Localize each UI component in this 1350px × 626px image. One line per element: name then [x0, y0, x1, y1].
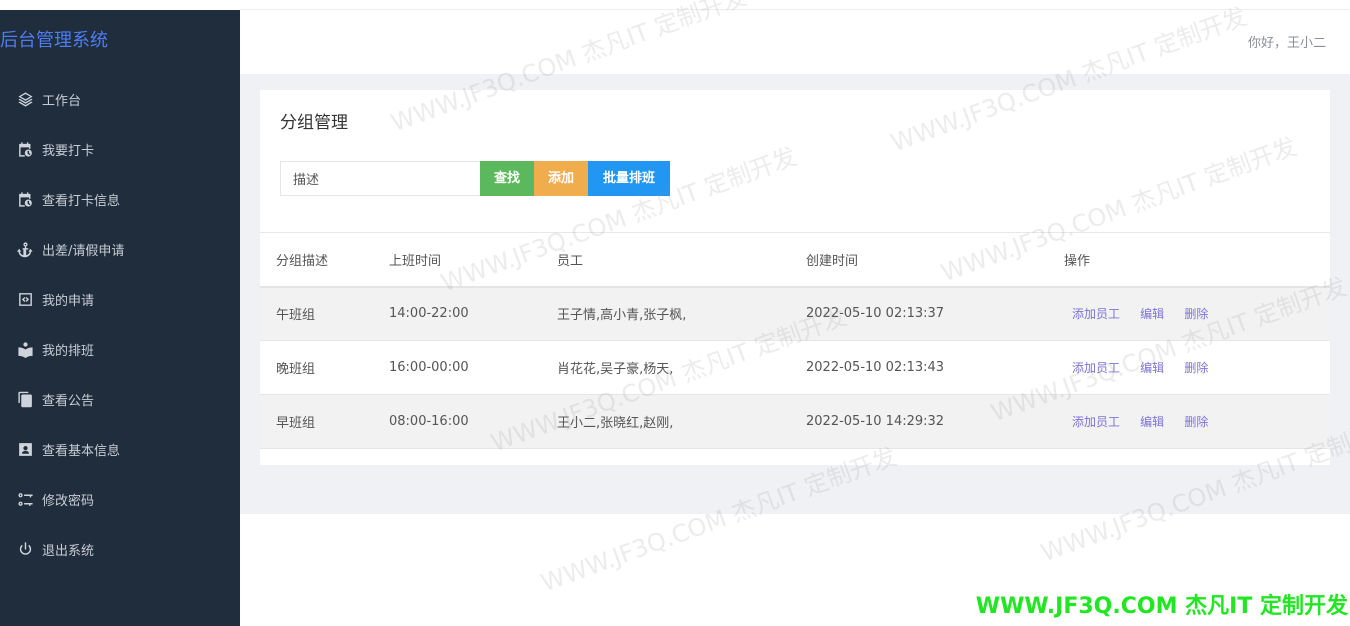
cell-actions: 添加员工 编辑 删除 [1064, 287, 1330, 341]
sidebar-item-my-schedule[interactable]: 我的排班 [0, 324, 240, 374]
header: 你好，王小二 [240, 10, 1350, 74]
cell-created: 2022-05-10 02:13:37 [806, 306, 945, 322]
sidebar: 后台管理系统 工作台 我要打卡 查看打卡信息 出差/请假申请 我的申请 我的排班… [0, 10, 240, 626]
column-header-created: 创建时间 [806, 253, 859, 269]
group-table: 分组描述 上班时间 员工 创建时间 操作 午班组 14:00-22:00 王子情… [260, 232, 1330, 449]
sidebar-item-dashboard[interactable]: 工作台 [0, 74, 240, 124]
table-row: 早班组 08:00-16:00 王小二,张晓红,赵刚, 2022-05-10 1… [260, 394, 1330, 449]
add-staff-link[interactable]: 添加员工 [1072, 413, 1120, 430]
table-row: 晚班组 16:00-00:00 肖花花,吴子豪,杨天, 2022-05-10 0… [260, 341, 1330, 395]
sidebar-item-label: 工作台 [42, 93, 82, 109]
sidebar-item-label: 查看公告 [42, 393, 95, 409]
code-box-icon [16, 290, 34, 308]
watermark-banner: WWW.JF3Q.COM 杰凡IT 定制开发 [975, 594, 1348, 619]
delete-link[interactable]: 删除 [1184, 305, 1208, 322]
delete-link[interactable]: 删除 [1184, 359, 1208, 376]
toolbar: 查找 添加 批量排班 [280, 161, 670, 196]
cell-work-time: 14:00-22:00 [389, 306, 469, 322]
table-row: 午班组 14:00-22:00 王子情,高小青,张子枫, 2022-05-10 … [260, 286, 1330, 341]
cell-created: 2022-05-10 14:29:32 [806, 414, 945, 429]
cell-staff: 肖花花,吴子豪,杨天, [557, 362, 674, 377]
sidebar-item-announcements[interactable]: 查看公告 [0, 374, 240, 424]
cell-work-time: 08:00-16:00 [389, 414, 469, 429]
group-management-card: 分组管理 查找 添加 批量排班 分组描述 上班时间 员工 创建时间 操作 午班组 [260, 90, 1330, 465]
book-user-icon [16, 340, 34, 358]
cell-created: 2022-05-10 02:13:43 [806, 360, 945, 375]
sidebar-item-label: 我的排班 [42, 343, 95, 359]
find-button[interactable]: 查找 [480, 161, 534, 196]
search-input[interactable] [280, 161, 480, 196]
add-staff-link[interactable]: 添加员工 [1072, 359, 1120, 376]
sidebar-item-label: 修改密码 [42, 493, 95, 509]
cell-actions: 添加员工 编辑 删除 [1064, 395, 1330, 449]
sidebar-item-my-applications[interactable]: 我的申请 [0, 274, 240, 324]
power-icon [16, 540, 34, 558]
sidebar-item-basic-info[interactable]: 查看基本信息 [0, 424, 240, 474]
sidebar-menu: 工作台 我要打卡 查看打卡信息 出差/请假申请 我的申请 我的排班 查看公告 查… [0, 74, 240, 574]
cell-work-time: 16:00-00:00 [389, 360, 469, 375]
app-title[interactable]: 后台管理系统 [0, 28, 108, 54]
edit-link[interactable]: 编辑 [1140, 413, 1164, 430]
key-icon [16, 490, 34, 508]
cell-staff: 王子情,高小青,张子枫, [557, 308, 687, 324]
sidebar-item-label: 我要打卡 [42, 143, 95, 159]
edit-link[interactable]: 编辑 [1140, 359, 1164, 376]
batch-schedule-button[interactable]: 批量排班 [588, 161, 670, 196]
top-strip [240, 0, 1350, 10]
sidebar-item-label: 查看基本信息 [42, 443, 121, 459]
sidebar-item-label: 我的申请 [42, 293, 95, 309]
sidebar-item-clock-in[interactable]: 我要打卡 [0, 124, 240, 174]
add-staff-link[interactable]: 添加员工 [1072, 305, 1120, 322]
column-header-staff: 员工 [557, 253, 584, 269]
cell-description: 午班组 [276, 308, 316, 324]
table-header-row: 分组描述 上班时间 员工 创建时间 操作 [260, 232, 1330, 287]
add-button[interactable]: 添加 [534, 161, 588, 196]
column-header-description: 分组描述 [276, 253, 329, 269]
column-header-work-time: 上班时间 [389, 253, 442, 269]
sidebar-item-label: 出差/请假申请 [42, 243, 125, 259]
page: 后台管理系统 工作台 我要打卡 查看打卡信息 出差/请假申请 我的申请 我的排班… [0, 0, 1350, 626]
cell-staff: 王小二,张晓红,赵刚, [557, 416, 674, 431]
edit-link[interactable]: 编辑 [1140, 305, 1164, 322]
calendar-clock-icon [16, 140, 34, 158]
sidebar-item-label: 查看打卡信息 [42, 193, 121, 209]
copy-icon [16, 390, 34, 408]
sidebar-item-change-password[interactable]: 修改密码 [0, 474, 240, 524]
sidebar-item-leave-request[interactable]: 出差/请假申请 [0, 224, 240, 274]
page-title: 分组管理 [280, 113, 348, 133]
sidebar-item-clock-records[interactable]: 查看打卡信息 [0, 174, 240, 224]
sidebar-item-label: 退出系统 [42, 543, 95, 559]
calendar-clock-icon [16, 190, 34, 208]
anchor-icon [16, 240, 34, 258]
cell-description: 晚班组 [276, 362, 316, 377]
cell-actions: 添加员工 编辑 删除 [1064, 341, 1330, 395]
column-header-actions: 操作 [1064, 253, 1091, 269]
id-card-icon [16, 440, 34, 458]
delete-link[interactable]: 删除 [1184, 413, 1208, 430]
dashboard-icon [16, 90, 34, 108]
sidebar-item-logout[interactable]: 退出系统 [0, 524, 240, 574]
cell-description: 早班组 [276, 416, 316, 431]
user-greeting[interactable]: 你好，王小二 [1248, 32, 1326, 51]
